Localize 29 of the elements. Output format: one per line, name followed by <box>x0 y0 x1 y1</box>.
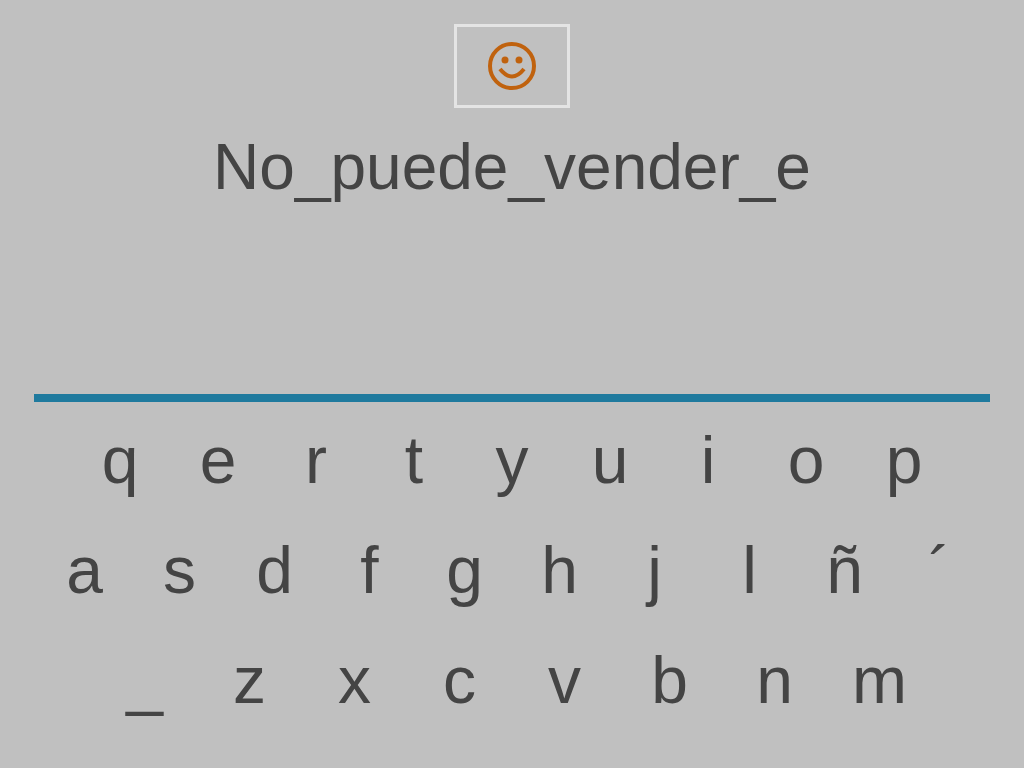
key-button[interactable]: y <box>463 420 561 500</box>
smiley-icon <box>486 40 538 92</box>
key-button[interactable]: g <box>417 530 512 610</box>
key-button[interactable]: v <box>512 640 617 720</box>
key-button[interactable]: j <box>607 530 702 610</box>
key-button[interactable]: b <box>617 640 722 720</box>
key-button[interactable]: a <box>37 530 132 610</box>
key-button[interactable]: p <box>855 420 953 500</box>
key-button[interactable]: q <box>71 420 169 500</box>
key-button[interactable]: i <box>659 420 757 500</box>
key-button[interactable]: s <box>132 530 227 610</box>
key-button[interactable]: h <box>512 530 607 610</box>
key-button[interactable]: c <box>407 640 512 720</box>
key-button[interactable]: f <box>322 530 417 610</box>
key-button[interactable]: x <box>302 640 407 720</box>
key-button[interactable]: m <box>827 640 932 720</box>
key-button[interactable]: t <box>365 420 463 500</box>
key-button[interactable]: ´ <box>892 530 987 610</box>
key-button[interactable]: o <box>757 420 855 500</box>
key-button[interactable]: ñ <box>797 530 892 610</box>
key-button[interactable]: u <box>561 420 659 500</box>
answer-text: No_puede_vender_e <box>213 130 811 204</box>
key-button[interactable]: r <box>267 420 365 500</box>
key-button[interactable]: _ <box>92 640 197 720</box>
key-button[interactable]: d <box>227 530 322 610</box>
key-button[interactable]: z <box>197 640 302 720</box>
key-button[interactable]: l <box>702 530 797 610</box>
key-button[interactable]: e <box>169 420 267 500</box>
key-button[interactable]: n <box>722 640 827 720</box>
